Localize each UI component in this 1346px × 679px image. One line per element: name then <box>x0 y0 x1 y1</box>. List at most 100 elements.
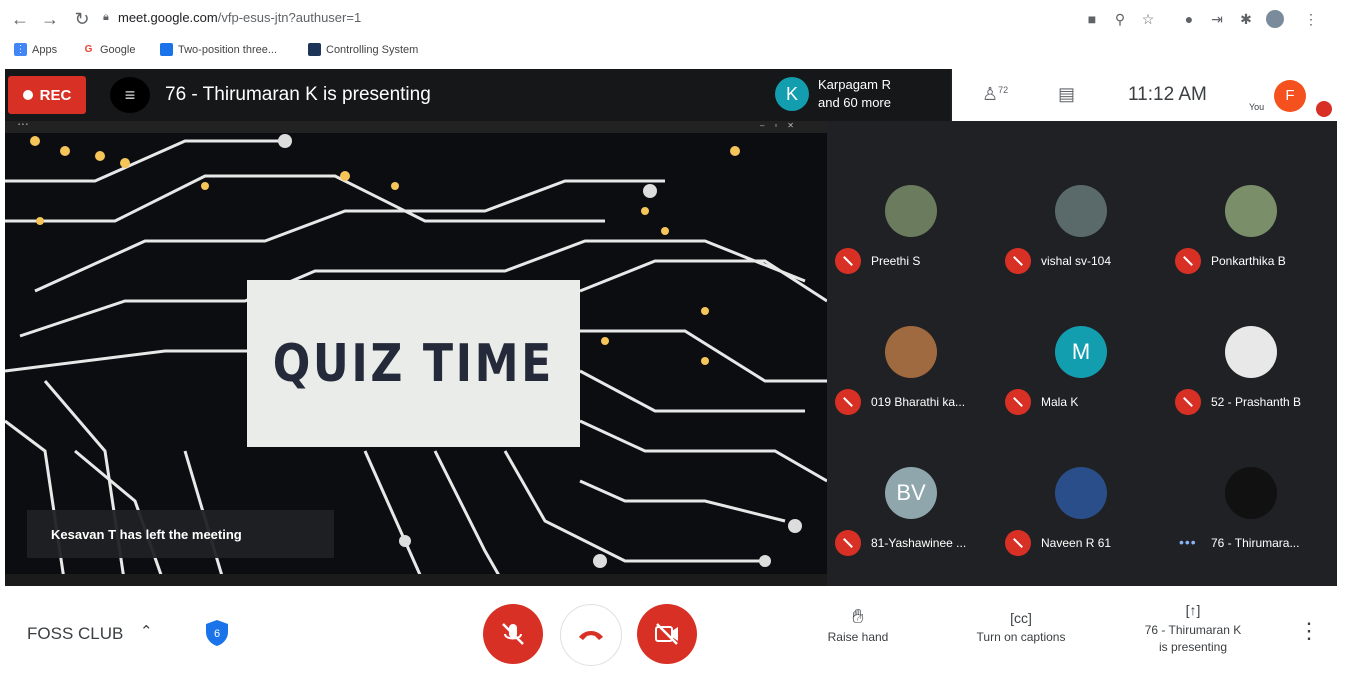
participant-tile[interactable]: BV 81-Yashawinee ... <box>835 467 1005 587</box>
meeting-name[interactable]: FOSS CLUB <box>27 624 123 644</box>
participant-tile[interactable]: 019 Bharathi ka... <box>835 326 1005 446</box>
presenting-icon: ≡ <box>110 77 150 113</box>
url-host: meet.google.com <box>118 10 218 25</box>
mic-off-icon <box>1175 389 1201 415</box>
presentation-window-title: ▪ ▪ ▪ <box>18 122 28 128</box>
mic-off-icon <box>835 389 861 415</box>
participant-tile[interactable]: ••• 76 - Thirumara... <box>1175 467 1345 587</box>
menu-kebab-icon[interactable]: ⋮ <box>1302 10 1320 28</box>
slide-title-card: QUIZ TIME <box>247 280 580 447</box>
avatar <box>885 185 937 237</box>
bookmark-apps[interactable]: ⋮ Apps <box>14 43 57 56</box>
address-bar[interactable]: meet.google.com/vfp-esus-jtn?authuser=1 <box>118 10 361 25</box>
raise-hand-button[interactable]: ✋︎ Raise hand <box>812 605 904 646</box>
participant-name: Ponkarthika B <box>1211 254 1286 268</box>
participant-name: Preethi S <box>871 254 921 268</box>
profile-icon[interactable] <box>1266 10 1284 28</box>
recording-badge: REC <box>8 76 86 114</box>
summary-name: Karpagam R <box>818 77 891 92</box>
captions-button[interactable]: [cc] Turn on captions <box>958 608 1084 646</box>
avatar <box>1225 185 1277 237</box>
participant-tile[interactable]: Naveen R 61 <box>1005 467 1175 587</box>
avatar <box>1225 326 1277 378</box>
mic-off-icon <box>1005 248 1031 274</box>
bookmark-google[interactable]: G Google <box>82 43 135 56</box>
record-dot-icon <box>22 90 33 100</box>
camera-toggle-button[interactable] <box>637 604 697 664</box>
clock: 11:12 AM <box>1128 84 1207 105</box>
participant-name: 52 - Prashanth B <box>1211 395 1302 409</box>
mic-off-icon <box>502 623 524 645</box>
participant-tile[interactable]: Ponkarthika B <box>1175 185 1345 305</box>
present-label-line2: is presenting <box>1158 640 1228 654</box>
participant-name: 81-Yashawinee ... <box>871 536 967 550</box>
browser-toolbar: ← → ↻ 🔒︎ meet.google.com/vfp-esus-jtn?au… <box>0 0 1346 37</box>
camera-off-icon <box>655 623 678 645</box>
lock-icon: 🔒︎ <box>103 11 109 23</box>
presenting-title: 76 - Thirumaran K is presenting <box>165 84 431 105</box>
bookmark-page-icon <box>308 43 321 56</box>
mic-off-icon <box>1005 530 1031 556</box>
participant-tile[interactable]: 52 - Prashanth B <box>1175 326 1345 446</box>
zoom-icon[interactable]: ⚲ <box>1111 10 1129 28</box>
present-label-line1: 76 - Thirumaran K <box>1144 623 1242 637</box>
rec-label: REC <box>39 86 72 104</box>
bookmark-label: Controlling System <box>326 43 419 56</box>
summary-more: and 60 more <box>818 95 891 110</box>
present-screen-icon: [↑] <box>1185 602 1201 618</box>
chat-icon[interactable]: ▤ <box>1058 84 1075 105</box>
people-icon[interactable]: ♙72 <box>982 84 1008 105</box>
notification-toast: Kesavan T has left the meeting <box>27 510 334 558</box>
window-controls[interactable]: –▫✕ <box>760 121 804 130</box>
avatar: K <box>775 77 809 111</box>
hang-up-icon <box>579 631 603 640</box>
avatar <box>1055 185 1107 237</box>
more-options-icon[interactable]: ⋮ <box>1298 618 1320 644</box>
mic-off-icon <box>1005 389 1031 415</box>
url-path: /vfp-esus-jtn?authuser=1 <box>217 10 362 25</box>
star-icon[interactable]: ☆ <box>1139 10 1157 28</box>
mic-toggle-button[interactable] <box>483 604 543 664</box>
forward-icon[interactable]: → <box>40 9 60 29</box>
participant-summary: Karpagam R and 60 more <box>818 76 891 112</box>
camera-icon[interactable]: ■ <box>1083 10 1101 28</box>
avatar: M <box>1055 326 1107 378</box>
bookmark-two-position[interactable]: Two-position three... <box>160 43 277 56</box>
self-avatar[interactable]: F <box>1274 80 1306 112</box>
participant-name: Mala K <box>1041 395 1079 409</box>
extension-shield-icon[interactable]: ● <box>1180 10 1198 28</box>
bookmark-label: Apps <box>32 43 58 56</box>
participant-name: Naveen R 61 <box>1041 536 1112 550</box>
raise-hand-label: Raise hand <box>827 630 889 644</box>
cc-icon: [cc] <box>1010 610 1032 626</box>
extension-arrow-icon[interactable]: ⇥ <box>1208 10 1226 28</box>
apps-icon: ⋮ <box>14 43 27 56</box>
back-icon[interactable]: ← <box>10 9 30 29</box>
speaking-indicator-icon: ••• <box>1179 534 1197 550</box>
captions-label: Turn on captions <box>976 630 1066 644</box>
mic-off-icon <box>835 248 861 274</box>
participant-tile[interactable]: Preethi S <box>835 185 1005 305</box>
avatar <box>885 326 937 378</box>
present-now-button[interactable]: [↑] 76 - Thirumaran K is presenting <box>1126 598 1260 656</box>
participant-tile[interactable]: M Mala K <box>1005 326 1175 446</box>
shield-icon[interactable]: 6 <box>204 619 230 647</box>
participant-tile[interactable]: vishal sv-104 <box>1005 185 1175 305</box>
bookmark-label: Google <box>100 43 136 56</box>
mic-off-icon <box>835 530 861 556</box>
presentation-status-bar <box>5 574 827 586</box>
puzzle-icon[interactable]: ✱ <box>1237 10 1255 28</box>
chevron-up-icon[interactable]: ⌃ <box>140 622 153 640</box>
mic-off-icon <box>1175 248 1201 274</box>
participant-name: 76 - Thirumara... <box>1211 536 1300 550</box>
reload-icon[interactable]: ↻ <box>72 9 92 29</box>
bookmark-controlling[interactable]: Controlling System <box>308 43 418 56</box>
avatar: BV <box>885 467 937 519</box>
leave-call-button[interactable] <box>560 604 622 666</box>
bookmark-page-icon <box>160 43 173 56</box>
bookmarks-bar: ⋮ Apps G Google Two-position three... Cont… <box>0 37 1346 65</box>
self-mic-off-icon <box>1316 101 1332 117</box>
presentation-window-bar <box>5 121 827 133</box>
participant-name: 019 Bharathi ka... <box>871 395 966 409</box>
avatar <box>1055 467 1107 519</box>
